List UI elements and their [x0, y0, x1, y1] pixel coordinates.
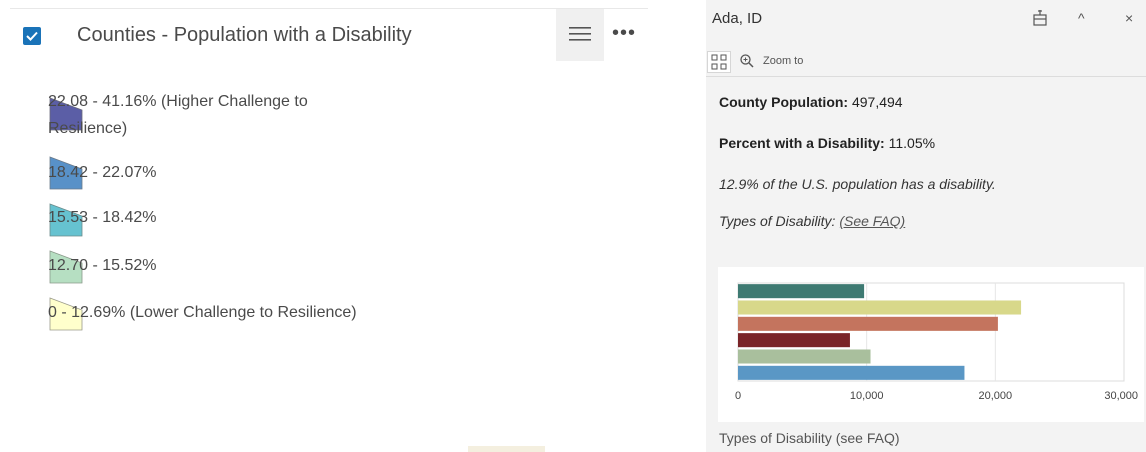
checkbox-checked-icon: [26, 31, 38, 41]
types-line: Types of Disability: (See FAQ): [719, 213, 905, 229]
types-label: Types of Disability:: [719, 213, 836, 229]
county-population-value: 497,494: [851, 94, 903, 110]
layer-visibility-checkbox[interactable]: [23, 27, 41, 45]
disability-chart: 0 10,000 20,000 30,000: [718, 267, 1144, 422]
more-options-icon[interactable]: •••: [612, 22, 636, 45]
legend-label: 0 - 12.69% (Lower Challenge to Resilienc…: [48, 304, 357, 321]
legend-label: 15.53 - 18.42%: [48, 209, 157, 226]
field-label: County Population:: [719, 94, 849, 110]
legend-label: 22.08 - 41.16% (Higher Challenge to: [48, 93, 308, 110]
chart-caption: Types of Disability (see FAQ): [719, 430, 900, 446]
bar[interactable]: [738, 284, 865, 299]
zoom-in-icon[interactable]: [739, 53, 755, 69]
list-icon: [569, 27, 591, 41]
x-tick-label: 30,000: [1104, 390, 1138, 402]
legend-label: 18.42 - 22.07%: [48, 164, 157, 181]
bar[interactable]: [738, 333, 850, 348]
x-tick-label: 10,000: [850, 390, 884, 402]
feature-popup: Ada, ID ^ × Zoom to County Population: 4…: [706, 0, 1146, 452]
bar[interactable]: [738, 316, 998, 331]
percent-disability-value: 11.05%: [888, 135, 936, 151]
popup-header: Ada, ID ^ ×: [706, 0, 1146, 44]
x-tick-label: 0: [735, 390, 741, 402]
select-feature-icon: [711, 54, 727, 70]
select-feature-button[interactable]: [707, 51, 731, 73]
collapse-icon[interactable]: ^: [1078, 10, 1085, 26]
x-tick-label: 20,000: [979, 390, 1013, 402]
zoom-to-button[interactable]: Zoom to: [763, 55, 803, 67]
bar[interactable]: [738, 349, 871, 364]
bar[interactable]: [738, 300, 1022, 315]
faq-link[interactable]: (See FAQ): [839, 213, 905, 229]
map-thumbnail-edge: [468, 446, 545, 452]
layer-title: Counties - Population with a Disability: [77, 24, 412, 46]
divider: [10, 8, 648, 9]
close-icon[interactable]: ×: [1125, 10, 1133, 26]
legend-panel: Counties - Population with a Disability …: [0, 0, 650, 452]
field-label: Percent with a Disability:: [719, 135, 885, 151]
county-population-line: County Population: 497,494: [719, 94, 903, 110]
bar[interactable]: [738, 365, 965, 380]
bar-chart: 0 10,000 20,000 30,000: [735, 282, 1138, 402]
legend-label: 12.70 - 15.52%: [48, 257, 157, 274]
dock-icon[interactable]: [1032, 9, 1048, 27]
legend-label-cont: Resilience): [48, 120, 128, 137]
us-stat-text: 12.9% of the U.S. population has a disab…: [719, 176, 996, 192]
percent-disability-line: Percent with a Disability: 11.05%: [719, 135, 935, 151]
popup-title: Ada, ID: [712, 10, 763, 27]
popup-actions: Zoom to: [706, 48, 1146, 77]
legend-list-button[interactable]: [556, 9, 604, 61]
